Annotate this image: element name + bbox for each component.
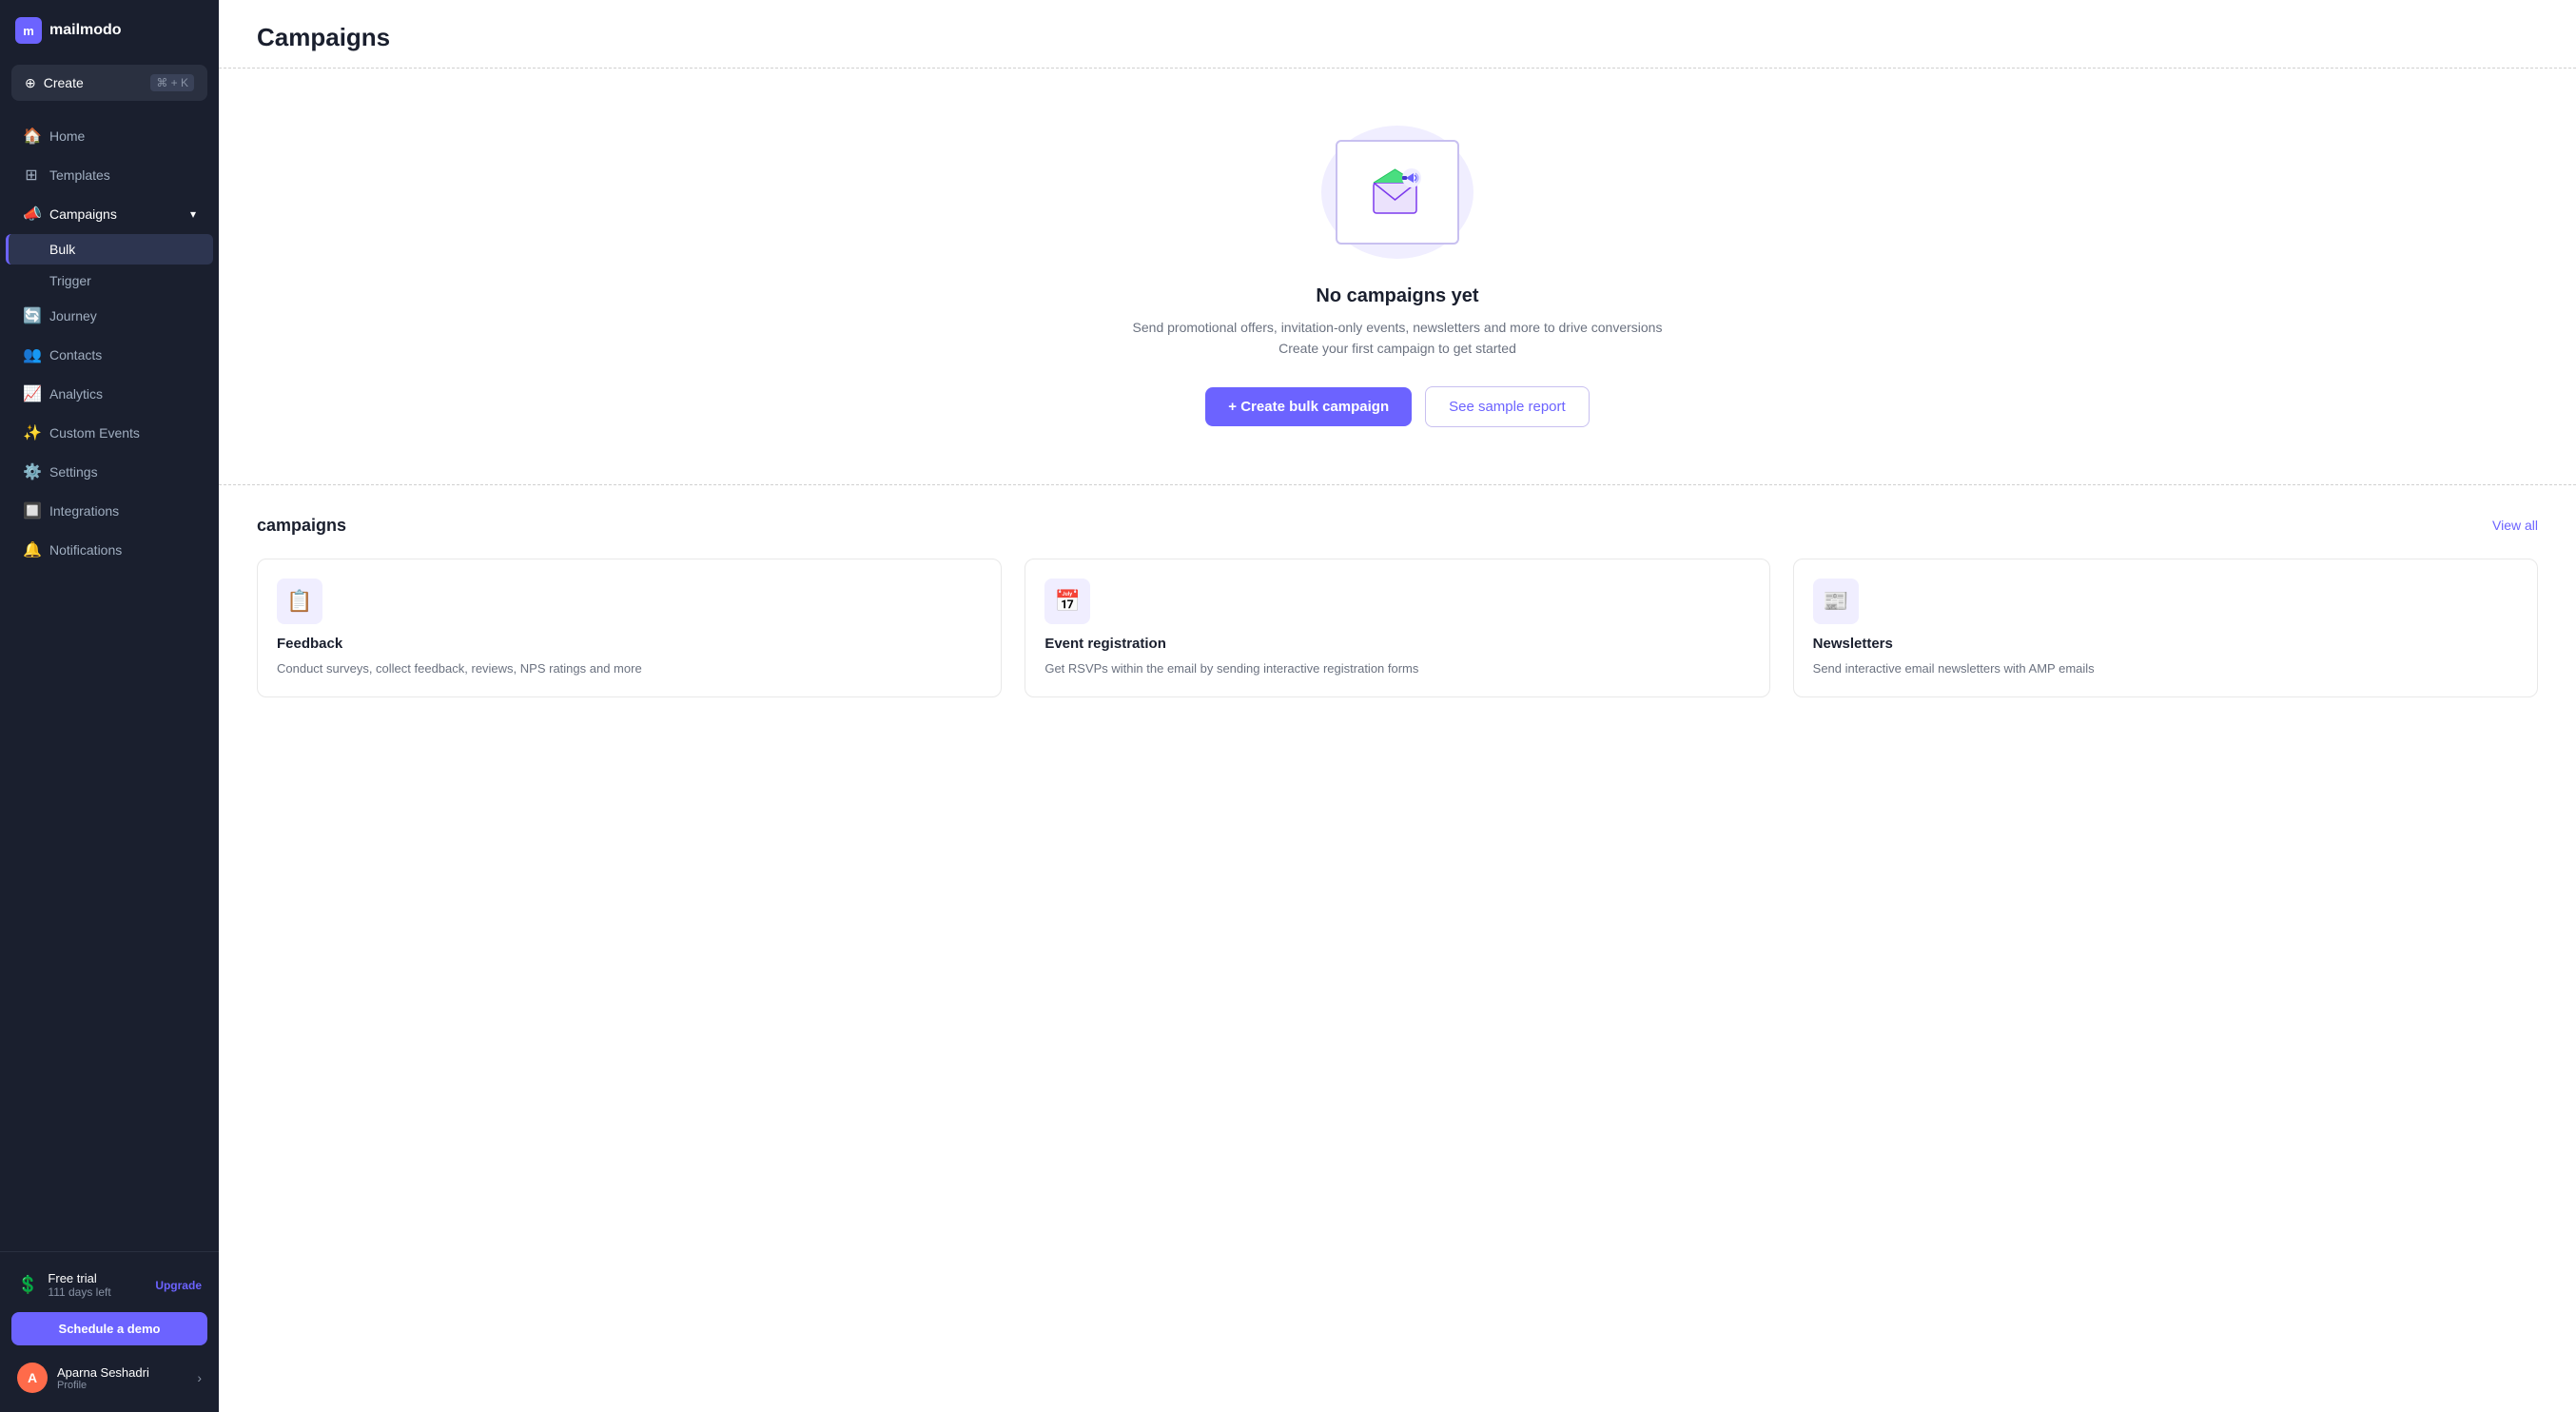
sidebar-bottom: 💲 Free trial 111 days left Upgrade Sched…	[0, 1251, 219, 1412]
schedule-demo-button[interactable]: Schedule a demo	[11, 1312, 207, 1345]
user-name: Aparna Seshadri	[57, 1365, 187, 1380]
see-sample-report-button[interactable]: See sample report	[1425, 386, 1590, 427]
sidebar-item-journey-label: Journey	[49, 308, 97, 324]
sidebar-item-integrations-label: Integrations	[49, 503, 119, 519]
sidebar-item-notifications-label: Notifications	[49, 542, 122, 558]
template-card-newsletters: 📰 Newsletters Send interactive email new…	[1793, 559, 2538, 698]
trial-label: Free trial	[48, 1271, 146, 1285]
empty-state-desc: Send promotional offers, invitation-only…	[1133, 317, 1663, 360]
sidebar-item-analytics[interactable]: 📈 Analytics	[6, 375, 213, 413]
main-content: Campaigns No c	[219, 0, 2576, 1412]
sidebar-item-custom-events[interactable]: ✨ Custom Events	[6, 414, 213, 452]
event-registration-icon: 📅	[1044, 579, 1090, 624]
trial-days: 111 days left	[48, 1285, 146, 1299]
templates-icon: ⊞	[23, 166, 40, 185]
empty-illustration	[1321, 126, 1473, 259]
feedback-icon: 📋	[277, 579, 322, 624]
event-registration-title: Event registration	[1044, 636, 1749, 652]
user-row[interactable]: A Aparna Seshadri Profile ›	[11, 1355, 207, 1401]
upgrade-button[interactable]: Upgrade	[155, 1279, 202, 1292]
logo: m mailmodo	[0, 0, 219, 61]
page-title: Campaigns	[257, 23, 2538, 52]
template-cards: 📋 Feedback Conduct surveys, collect feed…	[257, 559, 2538, 698]
custom-events-icon: ✨	[23, 423, 40, 442]
sidebar-item-journey[interactable]: 🔄 Journey	[6, 297, 213, 335]
sidebar-item-contacts-label: Contacts	[49, 347, 102, 363]
user-chevron-icon: ›	[197, 1370, 202, 1385]
sidebar-item-campaigns-label: Campaigns	[49, 206, 117, 222]
empty-state-section: No campaigns yet Send promotional offers…	[219, 69, 2576, 485]
templates-section-title: campaigns	[257, 516, 346, 536]
sidebar-item-analytics-label: Analytics	[49, 386, 103, 402]
empty-desc-line1: Send promotional offers, invitation-only…	[1133, 320, 1663, 335]
empty-state-title: No campaigns yet	[1316, 285, 1478, 307]
sidebar-item-home-label: Home	[49, 128, 85, 144]
create-bulk-campaign-button[interactable]: + Create bulk campaign	[1205, 387, 1412, 426]
trial-icon: 💲	[17, 1275, 38, 1295]
empty-desc-line2: Create your first campaign to get starte…	[1278, 341, 1516, 356]
user-sub: Profile	[57, 1380, 187, 1391]
feedback-desc: Conduct surveys, collect feedback, revie…	[277, 659, 982, 678]
template-card-event-registration: 📅 Event registration Get RSVPs within th…	[1025, 559, 1769, 698]
trial-text: Free trial 111 days left	[48, 1271, 146, 1299]
contacts-icon: 👥	[23, 345, 40, 364]
user-info: Aparna Seshadri Profile	[57, 1365, 187, 1391]
create-shortcut: ⌘ + K	[150, 74, 194, 91]
newsletters-title: Newsletters	[1813, 636, 2518, 652]
illustration-inner	[1336, 140, 1459, 245]
sidebar-item-templates-label: Templates	[49, 167, 110, 183]
templates-section: campaigns View all 📋 Feedback Conduct su…	[219, 485, 2576, 729]
create-button[interactable]: ⊕ Create ⌘ + K	[11, 65, 207, 101]
sidebar-item-custom-events-label: Custom Events	[49, 425, 140, 441]
home-icon: 🏠	[23, 127, 40, 146]
view-all-button[interactable]: View all	[2492, 518, 2538, 533]
integrations-icon: 🔲	[23, 501, 40, 520]
logo-text: mailmodo	[49, 22, 122, 39]
analytics-icon: 📈	[23, 384, 40, 403]
empty-actions: + Create bulk campaign See sample report	[1205, 386, 1589, 427]
sidebar-item-settings[interactable]: ⚙️ Settings	[6, 453, 213, 491]
feedback-title: Feedback	[277, 636, 982, 652]
sidebar-item-home[interactable]: 🏠 Home	[6, 117, 213, 155]
sidebar-item-contacts[interactable]: 👥 Contacts	[6, 336, 213, 374]
trial-row: 💲 Free trial 111 days left Upgrade	[11, 1264, 207, 1306]
page-header: Campaigns	[219, 0, 2576, 69]
sidebar-item-notifications[interactable]: 🔔 Notifications	[6, 531, 213, 569]
logo-icon: m	[15, 17, 42, 44]
trigger-label: Trigger	[49, 273, 91, 288]
create-label: Create	[44, 75, 84, 90]
newsletters-icon: 📰	[1813, 579, 1859, 624]
sidebar-sub-trigger[interactable]: Trigger	[6, 265, 213, 296]
settings-icon: ⚙️	[23, 462, 40, 481]
bulk-label: Bulk	[49, 242, 75, 257]
sidebar-nav: 🏠 Home ⊞ Templates 📣 Campaigns ▾ Bulk Tr…	[0, 112, 219, 1251]
sidebar: m mailmodo ⊕ Create ⌘ + K 🏠 Home ⊞ Templ…	[0, 0, 219, 1412]
avatar: A	[17, 1363, 48, 1393]
sidebar-sub-bulk[interactable]: Bulk	[6, 234, 213, 265]
newsletters-desc: Send interactive email newsletters with …	[1813, 659, 2518, 678]
sidebar-item-integrations[interactable]: 🔲 Integrations	[6, 492, 213, 530]
notifications-icon: 🔔	[23, 540, 40, 559]
journey-icon: 🔄	[23, 306, 40, 325]
sidebar-item-templates[interactable]: ⊞ Templates	[6, 156, 213, 194]
campaigns-icon: 📣	[23, 205, 40, 224]
sidebar-item-campaigns[interactable]: 📣 Campaigns ▾	[6, 195, 213, 233]
event-registration-desc: Get RSVPs within the email by sending in…	[1044, 659, 1749, 678]
templates-header: campaigns View all	[257, 516, 2538, 536]
create-plus-icon: ⊕	[25, 75, 36, 91]
campaigns-chevron-icon: ▾	[190, 207, 196, 221]
template-card-feedback: 📋 Feedback Conduct surveys, collect feed…	[257, 559, 1002, 698]
sidebar-item-settings-label: Settings	[49, 464, 98, 480]
campaign-illustration-svg	[1364, 164, 1431, 221]
